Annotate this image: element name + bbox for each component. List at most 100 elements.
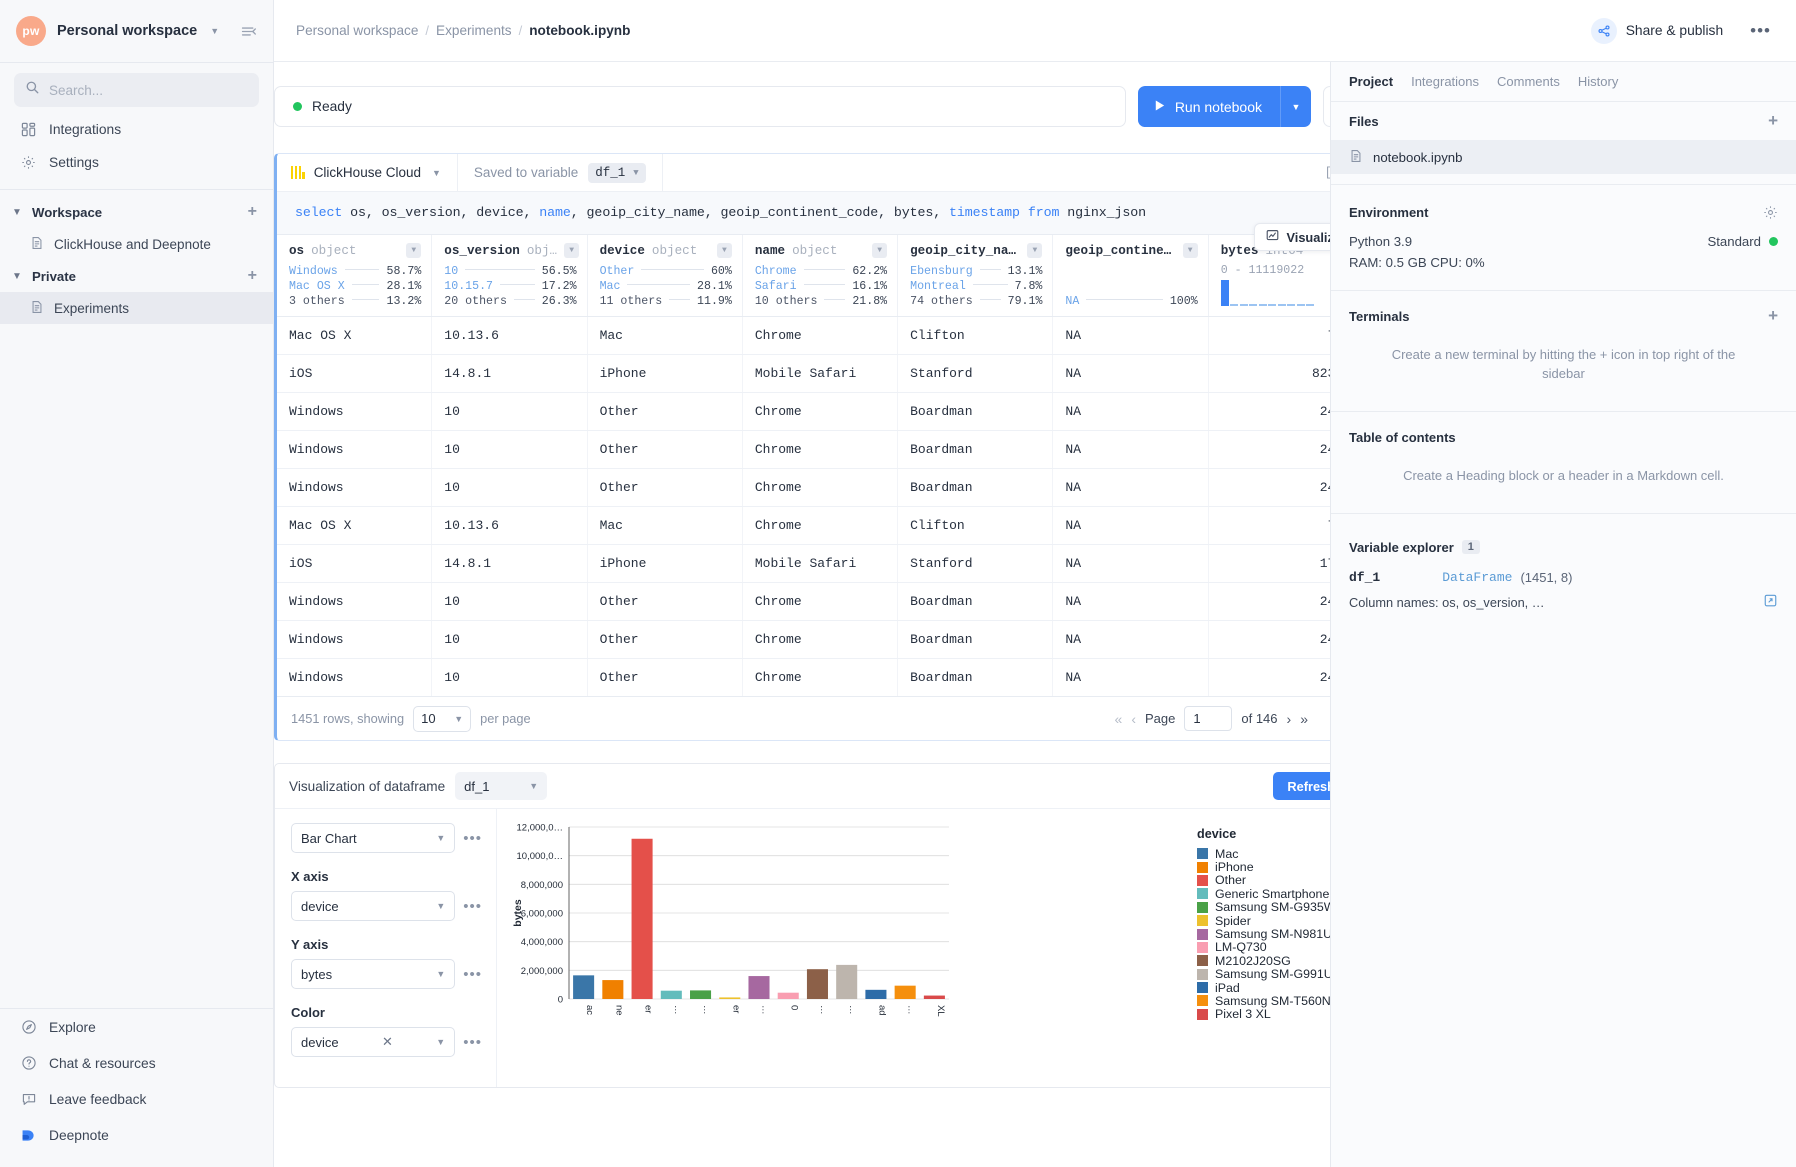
sidebar-group-private[interactable]: ▼ Private + xyxy=(0,260,273,292)
sidebar-group-workspace[interactable]: ▼ Workspace + xyxy=(0,196,273,228)
restart-kernel-button[interactable] xyxy=(1323,86,1330,127)
table-column-header[interactable]: osobject▼Windows58.7%Mac OS X28.1%3 othe… xyxy=(277,235,432,316)
sidebar-item-leave-feedback[interactable]: Leave feedback xyxy=(0,1081,273,1117)
sidebar-item-chat-resources[interactable]: Chat & resources xyxy=(0,1045,273,1081)
column-menu-icon[interactable]: ▼ xyxy=(1027,243,1042,258)
sidebar-item-integrations[interactable]: Integrations xyxy=(0,113,273,146)
legend-item[interactable]: iPad xyxy=(1197,981,1330,994)
last-page-button[interactable]: » xyxy=(1300,711,1308,727)
table-cell: NA xyxy=(1053,393,1208,430)
chart-legend: device MaciPhoneOtherGeneric SmartphoneS… xyxy=(1187,819,1330,1087)
chart-type-options-button[interactable]: ••• xyxy=(463,830,482,847)
legend-item[interactable]: Other xyxy=(1197,874,1330,887)
table-row[interactable]: Windows10OtherChromeBoardmanNA2410 xyxy=(277,621,1330,659)
table-column-header[interactable]: geoip_city_na…▼Ebensburg13.1%Montreal7.8… xyxy=(898,235,1053,316)
sql-editor[interactable]: select os, os_version, device, name, geo… xyxy=(277,192,1330,234)
breadcrumb-item-workspace[interactable]: Personal workspace xyxy=(296,23,418,38)
x-axis-select[interactable]: device ▼ xyxy=(291,891,455,921)
tab-history[interactable]: History xyxy=(1578,74,1618,89)
table-cell: 2408 xyxy=(1209,659,1330,696)
kernel-status[interactable]: Ready xyxy=(274,86,1126,127)
sidebar-item-settings[interactable]: Settings xyxy=(0,146,273,179)
table-row[interactable]: Windows10OtherChromeBoardmanNA2410 xyxy=(277,431,1330,469)
tab-project[interactable]: Project xyxy=(1349,74,1393,89)
visualize-button[interactable]: Visualize xyxy=(1254,223,1330,251)
table-cell: NA xyxy=(1053,583,1208,620)
table-row[interactable]: Windows10OtherChromeBoardmanNA2410 xyxy=(277,393,1330,431)
legend-item[interactable]: Samsung SM-T560NU xyxy=(1197,994,1330,1007)
x-axis-options-button[interactable]: ••• xyxy=(463,898,482,915)
color-select[interactable]: device ✕ ▼ xyxy=(291,1027,455,1057)
sidebar-item-clickhouse-and-deepnote[interactable]: ClickHouse and Deepnote xyxy=(0,228,273,260)
legend-item[interactable]: Samsung SM-G991U xyxy=(1197,968,1330,981)
variable-row[interactable]: df_1 DataFrame (1451, 8) xyxy=(1331,566,1796,589)
workspace-header[interactable]: pw Personal workspace ▼ xyxy=(0,0,273,62)
per-page-select[interactable]: 10 ▼ xyxy=(413,706,471,732)
column-menu-icon[interactable]: ▼ xyxy=(717,243,732,258)
legend-item[interactable]: M2102J20SG xyxy=(1197,954,1330,967)
open-variable-icon[interactable] xyxy=(1763,593,1778,611)
table-row[interactable]: Mac OS X10.13.6MacChromeCliftonNA747 xyxy=(277,507,1330,545)
chart-type-select[interactable]: Bar Chart ▼ xyxy=(291,823,455,853)
table-row[interactable]: Mac OS X10.13.6MacChromeCliftonNA747 xyxy=(277,317,1330,355)
column-menu-icon[interactable]: ▼ xyxy=(1183,243,1198,258)
table-column-header[interactable]: deviceobject▼Other60%Mac28.1%11 others11… xyxy=(588,235,743,316)
file-item-notebook[interactable]: notebook.ipynb xyxy=(1331,140,1796,174)
variable-name-chip[interactable]: df_1 ▼ xyxy=(588,163,645,183)
search-input[interactable] xyxy=(49,83,248,98)
legend-item[interactable]: Samsung SM-G935W8 xyxy=(1197,901,1330,914)
table-row[interactable]: Windows10OtherChromeBoardmanNA2410 xyxy=(277,583,1330,621)
datasource-selector[interactable]: ClickHouse Cloud ▼ xyxy=(277,154,458,192)
legend-item[interactable]: LM-Q730 xyxy=(1197,941,1330,954)
bar-chart[interactable]: 02,000,0004,000,0006,000,0008,000,00010,… xyxy=(507,819,1187,1087)
legend-item[interactable]: Spider xyxy=(1197,914,1330,927)
sidebar-item-experiments[interactable]: Experiments xyxy=(0,292,273,324)
table-row[interactable]: Windows10OtherChromeBoardmanNA2410 xyxy=(277,469,1330,507)
tab-comments[interactable]: Comments xyxy=(1497,74,1560,89)
sidebar-item-explore[interactable]: Explore xyxy=(0,1009,273,1045)
y-axis-select[interactable]: bytes ▼ xyxy=(291,959,455,989)
table-row[interactable]: iOS14.8.1iPhoneMobile SafariStanfordNA17… xyxy=(277,545,1330,583)
legend-item[interactable]: Samsung SM-N981U xyxy=(1197,927,1330,940)
table-column-header[interactable]: os_versionobj…▼1056.5%10.15.717.2%20 oth… xyxy=(432,235,587,316)
column-menu-icon[interactable]: ▼ xyxy=(872,243,887,258)
share-and-publish-button[interactable]: Share & publish xyxy=(1583,13,1731,49)
chevron-down-icon: ▼ xyxy=(210,26,219,36)
toc-section-header: Table of contents xyxy=(1331,418,1796,456)
prev-page-button[interactable]: ‹ xyxy=(1131,711,1136,727)
table-column-header[interactable]: nameobject▼Chrome62.2%Safari16.1%10 othe… xyxy=(743,235,898,316)
table-row[interactable]: Windows10OtherChromeBoardmanNA2408 xyxy=(277,659,1330,696)
table-cell: Stanford xyxy=(898,355,1053,392)
tab-integrations[interactable]: Integrations xyxy=(1411,74,1479,89)
legend-item[interactable]: Mac xyxy=(1197,847,1330,860)
y-axis-options-button[interactable]: ••• xyxy=(463,966,482,983)
legend-item[interactable]: iPhone xyxy=(1197,860,1330,873)
breadcrumb-item-experiments[interactable]: Experiments xyxy=(436,23,512,38)
next-page-button[interactable]: › xyxy=(1287,711,1292,727)
gear-icon[interactable] xyxy=(1763,205,1778,220)
search-box[interactable] xyxy=(14,73,259,107)
add-private-item-button[interactable]: + xyxy=(248,267,257,285)
run-options-dropdown[interactable]: ▼ xyxy=(1280,86,1311,127)
table-cell: iOS xyxy=(277,545,432,582)
run-notebook-button[interactable]: Run notebook xyxy=(1138,86,1280,127)
legend-item[interactable]: Generic Smartphone xyxy=(1197,887,1330,900)
more-options-button[interactable]: ••• xyxy=(1745,21,1776,41)
column-menu-icon[interactable]: ▼ xyxy=(406,243,421,258)
page-input[interactable]: 1 xyxy=(1184,706,1232,731)
collapse-sidebar-icon[interactable] xyxy=(240,23,257,40)
refresh-button[interactable]: Refresh xyxy=(1273,772,1330,800)
color-options-button[interactable]: ••• xyxy=(463,1034,482,1051)
first-page-button[interactable]: « xyxy=(1115,711,1123,727)
dataframe-select[interactable]: df_1 ▼ xyxy=(455,772,547,800)
clear-color-icon[interactable]: ✕ xyxy=(382,1034,393,1050)
legend-item[interactable]: Pixel 3 XL xyxy=(1197,1008,1330,1021)
column-menu-icon[interactable]: ▼ xyxy=(564,243,579,258)
add-workspace-item-button[interactable]: + xyxy=(248,203,257,221)
table-row[interactable]: iOS14.8.1iPhoneMobile SafariStanfordNA82… xyxy=(277,355,1330,393)
table-column-header[interactable]: geoip_contine…▼NA100% xyxy=(1053,235,1208,316)
add-terminal-button[interactable]: + xyxy=(1768,306,1778,326)
pagination: « ‹ Page 1 of 146 › » xyxy=(1115,706,1330,731)
add-file-button[interactable]: + xyxy=(1768,111,1778,131)
sidebar-item-deepnote[interactable]: Deepnote xyxy=(0,1117,273,1153)
